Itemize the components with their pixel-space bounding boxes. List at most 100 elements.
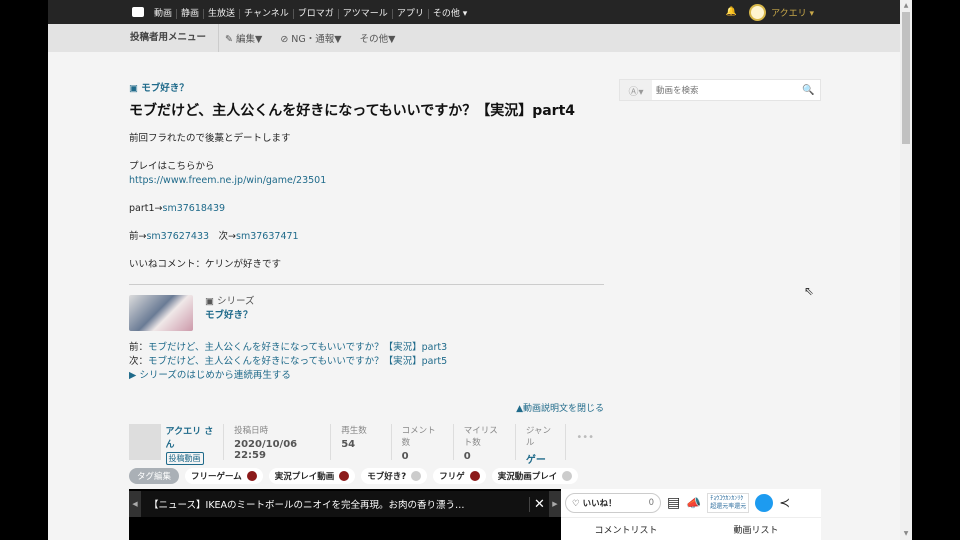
stat-value: 0 — [401, 451, 409, 462]
scroll-down-icon[interactable]: ▼ — [900, 528, 912, 540]
share-icon[interactable]: ≺ — [779, 496, 790, 511]
lock-icon — [469, 471, 480, 481]
scrollbar-thumb[interactable] — [902, 12, 910, 144]
owner-menu-bar: 投稿者用メニュー ✎ 編集▼ ⊘ NG・通報▼ その他▼ — [48, 24, 900, 52]
tag-item[interactable]: フリーゲーム — [185, 468, 263, 484]
stat-comments: コメント数 0 — [392, 424, 454, 462]
ng-report-menu[interactable]: ⊘ NG・通報▼ — [280, 31, 341, 45]
close-icon[interactable]: ✕ — [529, 496, 549, 512]
page: 動画 静画 生放送 チャンネル ブロマガ アツマール アプリ その他 ▾ 🔔 アクエリ ▾ 投… — [48, 0, 900, 540]
nav-other[interactable]: その他 ▾ — [427, 8, 472, 19]
part1-link[interactable]: sm37618439 — [163, 203, 226, 214]
edit-menu[interactable]: ✎ 編集▼ — [225, 31, 262, 45]
search-type-select[interactable]: Ⓐ▾ — [620, 80, 652, 100]
encyclopedia-icon[interactable] — [411, 471, 422, 481]
nav-atsumaru[interactable]: アツマール — [337, 8, 392, 19]
ticker-next-icon[interactable]: ▶ — [549, 491, 561, 517]
uad-button[interactable]: ﾁｮｳｺｳｶﾝｶﾝﾘｸ 超還元率還元 — [707, 493, 750, 513]
nav-video[interactable]: 動画 — [150, 9, 176, 19]
top-nav-bar: 動画 静画 生放送 チャンネル ブロマガ アツマール アプリ その他 ▾ 🔔 アクエリ ▾ — [48, 0, 900, 24]
tag-item[interactable]: モブ好き? — [361, 468, 428, 484]
nav-channel[interactable]: チャンネル — [239, 8, 293, 19]
stat-genre: ジャンルゲーム — [516, 424, 567, 481]
video-info: ▣ モブ好き？ モブだけど、主人公くんを好きになってもいいですか？【実況】par… — [129, 80, 604, 484]
nav-blomaga[interactable]: ブロマガ — [292, 8, 338, 19]
search-input[interactable] — [652, 85, 802, 95]
next-label: 次： — [129, 356, 149, 367]
video-description: 前回フラれたので後藁とデートします プレイはこちらから https://www.f… — [129, 132, 604, 272]
desc-text: プレイはこちらから — [129, 161, 215, 172]
owner-avatar[interactable] — [129, 424, 161, 460]
desc-text: 次→ — [218, 231, 237, 242]
video-title: モブだけど、主人公くんを好きになってもいいですか？【実況】part4 — [129, 103, 576, 119]
player-side-panel: ♡ いいね！ 0 ▤ 📣 ﾁｮｳｺｳｶﾝｶﾝﾘｸ 超還元率還元 ≺ コメントリスト … — [561, 489, 821, 540]
tag-item[interactable]: 実況動画プレイ — [491, 468, 579, 484]
niconico-logo-icon[interactable] — [132, 7, 144, 17]
desc-text: 前回フラれたので後藁とデートします — [129, 133, 291, 144]
video-search: Ⓐ▾ 🔍 — [619, 79, 821, 101]
desc-text: いいねコメント：ケリンが好きです — [129, 259, 282, 270]
user-avatar[interactable] — [749, 3, 767, 21]
video-meta: アクエリ さん 投稿動画 投稿日時 2020/10/06 22:59 再生数 54 … — [129, 424, 604, 481]
freem-link[interactable]: https://www.freem.ne.jp/win/game/23501 — [129, 175, 326, 186]
like-count: 0 — [648, 498, 654, 508]
tab-video-list[interactable]: 動画リスト — [691, 523, 821, 536]
stat-label: マイリスト数 — [463, 426, 498, 448]
search-icon[interactable]: 🔍 — [802, 85, 820, 96]
ticker-prev-icon[interactable]: ◀ — [129, 491, 141, 517]
desc-text: part1→ — [129, 203, 163, 214]
like-button[interactable]: ♡ いいね！ 0 — [565, 493, 661, 513]
tag-item[interactable]: 実況プレイ動画 — [268, 468, 356, 484]
twitter-icon[interactable] — [755, 494, 774, 512]
add-mylist-icon[interactable]: ▤ — [667, 495, 680, 511]
series-play-all-link[interactable]: ▶ シリーズのはじめから連続再生する — [129, 369, 604, 383]
ticker-text[interactable]: 【ニュース】IKEAのミートボールのニオイを完全再現。お肉の香り漂う… — [141, 497, 529, 511]
scrollbar[interactable]: ▲ ▼ — [900, 0, 912, 540]
tag-item[interactable]: フリゲ — [433, 468, 486, 484]
stat-views: 再生数 54 — [331, 424, 392, 460]
series-icon: ▣ — [205, 296, 217, 307]
owner-videos-badge[interactable]: 投稿動画 — [165, 452, 204, 465]
stat-mylists: マイリスト数 0 — [454, 424, 516, 462]
series-next-link[interactable]: モブだけど、主人公くんを好きになってもいいですか？【実況】part5 — [148, 356, 447, 367]
prev-label: 前： — [129, 342, 149, 353]
tab-comment-list[interactable]: コメントリスト — [561, 523, 691, 536]
prev-link[interactable]: sm37627433 — [146, 231, 209, 242]
next-link[interactable]: sm37637471 — [236, 231, 299, 242]
series-box: ▣ シリーズ モブ好き？ — [129, 295, 604, 331]
series-prev-link[interactable]: モブだけど、主人公くんを好きになってもいいですか？【実況】part3 — [148, 342, 447, 353]
lock-icon — [246, 471, 257, 481]
nav-live[interactable]: 生放送 — [203, 8, 240, 19]
series-thumbnail[interactable] — [129, 295, 193, 331]
stat-value: 54 — [341, 439, 356, 450]
tag-list: タグ編集 フリーゲーム 実況プレイ動画 モブ好き? フリゲ 実況動画プレイ — [129, 468, 604, 484]
stat-label: 再生数 — [341, 426, 367, 436]
mouse-cursor-icon: ⇖ — [804, 284, 815, 298]
stat-label: ジャンル — [525, 426, 551, 448]
owner-name[interactable]: アクエリ さん — [166, 424, 216, 450]
stat-label: 投稿日時 — [234, 426, 269, 436]
global-nav: 動画 静画 生放送 チャンネル ブロマガ アツマール アプリ その他 ▾ — [150, 6, 472, 19]
news-ticker: ◀ 【ニュース】IKEAのミートボールのニオイを完全再現。お肉の香り漂う… ✕ … — [129, 491, 561, 517]
stat-value: 2020/10/06 22:59 — [234, 439, 298, 461]
tag-edit-button[interactable]: タグ編集 — [129, 468, 180, 484]
series-link[interactable]: ▣ モブ好き？ — [129, 80, 604, 94]
encyclopedia-icon[interactable] — [562, 471, 573, 481]
stat-value: 0 — [463, 451, 471, 462]
desc-text: 前→ — [129, 231, 147, 242]
series-name-link[interactable]: モブ好き？ — [205, 309, 255, 323]
stat-posted: 投稿日時 2020/10/06 22:59 — [224, 424, 332, 461]
stat-label: コメント数 — [401, 426, 436, 448]
scroll-up-icon[interactable]: ▲ — [900, 0, 912, 12]
user-menu[interactable]: アクエリ ▾ — [771, 6, 814, 19]
other-menu[interactable]: その他▼ — [360, 31, 396, 45]
lock-icon — [339, 471, 350, 481]
close-description-link[interactable]: ▲動画説明文を閉じる — [129, 401, 604, 414]
more-icon[interactable]: ••• — [566, 424, 604, 460]
nav-app[interactable]: アプリ — [391, 8, 428, 19]
nav-seiga[interactable]: 静画 — [176, 8, 204, 19]
nicoad-icon[interactable]: 📣 — [686, 496, 701, 510]
divider — [129, 284, 604, 285]
bell-icon[interactable]: 🔔 — [726, 7, 737, 17]
series-label: シリーズ — [217, 296, 255, 307]
